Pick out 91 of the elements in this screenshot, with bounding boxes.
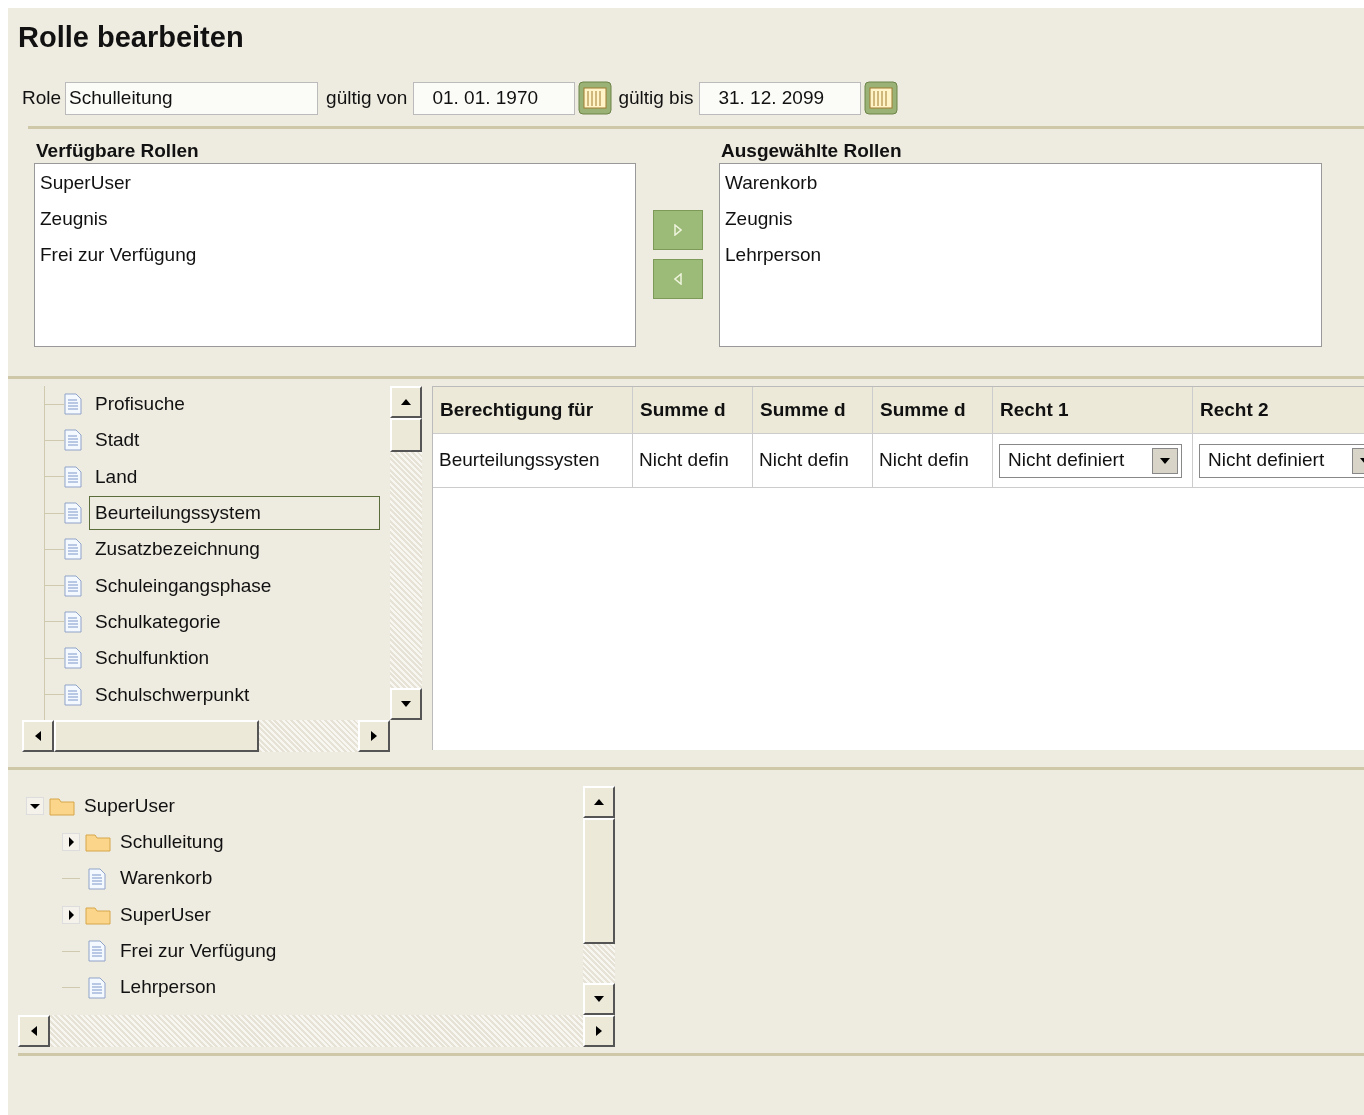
expand-icon[interactable] [62, 906, 80, 925]
table-cell: Beurteilungssysten [433, 434, 633, 488]
vertical-scrollbar[interactable] [390, 386, 422, 720]
scroll-down-button[interactable] [583, 983, 615, 1015]
document-icon [64, 683, 82, 706]
vertical-scrollbar[interactable] [583, 786, 615, 1015]
list-heading: Verfügbare Rollen [35, 139, 200, 163]
expand-icon[interactable] [62, 833, 80, 852]
date-field[interactable]: 31. 12. 2099 [699, 81, 862, 115]
table-cell: Nicht defin [633, 434, 753, 488]
list-item[interactable]: SuperUser [40, 168, 635, 204]
collapse-icon[interactable] [26, 797, 44, 816]
scroll-down-button[interactable] [390, 688, 422, 720]
folder-icon [48, 795, 76, 818]
add-role-button[interactable] [652, 210, 703, 250]
tree-item[interactable]: Stadt [89, 423, 146, 458]
triangle-left-icon [673, 273, 682, 285]
document-icon [64, 429, 82, 452]
date-field[interactable]: 01. 01. 1970 [413, 81, 576, 115]
scroll-thumb[interactable] [583, 818, 615, 944]
folder-icon [84, 831, 112, 854]
scroll-left-button[interactable] [18, 1015, 50, 1047]
tree-item[interactable]: Land [89, 459, 144, 494]
tree-item[interactable]: SuperUser [120, 900, 211, 930]
triangle-up-icon [401, 399, 411, 405]
calendar-icon[interactable] [578, 81, 613, 115]
role-field[interactable]: Schulleitung [65, 81, 319, 115]
tree-item[interactable]: Lehrperson [120, 973, 217, 1002]
tree-item[interactable]: Schulschwerpunkt [89, 677, 256, 712]
scroll-thumb[interactable] [54, 720, 259, 752]
table-cell: Nicht defin [753, 434, 873, 488]
document-icon [88, 940, 106, 963]
horizontal-scrollbar[interactable] [22, 720, 390, 752]
dropdown[interactable]: Nicht definiert [1199, 443, 1364, 478]
column-header[interactable]: Berechtigung für [433, 387, 633, 434]
horizontal-scrollbar[interactable] [18, 1015, 615, 1047]
triangle-left-icon [35, 731, 41, 741]
triangle-down-icon [401, 701, 411, 707]
calendar-icon[interactable] [864, 81, 899, 115]
folder-icon [84, 904, 112, 927]
document-icon [64, 465, 82, 488]
list-item[interactable]: Lehrperson [725, 240, 1321, 276]
document-icon [64, 574, 82, 597]
scroll-right-button[interactable] [358, 720, 390, 752]
scroll-thumb[interactable] [390, 418, 422, 452]
list-item[interactable]: Zeugnis [725, 204, 1321, 240]
tree-item[interactable]: Schulkategorie [89, 604, 227, 639]
page-title: Rolle bearbeiten [17, 20, 245, 55]
tree-item[interactable]: SuperUser [84, 791, 175, 821]
tree-item[interactable]: Warenkorb [120, 864, 213, 893]
triangle-right-icon [596, 1026, 602, 1036]
dropdown[interactable]: Nicht definiert [999, 443, 1182, 478]
triangle-up-icon [594, 799, 604, 805]
scroll-right-button[interactable] [583, 1015, 615, 1047]
list-item[interactable]: Warenkorb [725, 168, 1321, 204]
column-header[interactable]: Recht 2 [1193, 387, 1364, 434]
list-heading: Ausgewählte Rollen [720, 139, 903, 163]
role-list[interactable]: SuperUser Zeugnis Frei zur Verfügung [34, 163, 636, 347]
document-icon [64, 538, 82, 561]
triangle-left-icon [31, 1026, 37, 1036]
document-icon [64, 393, 82, 416]
document-icon [88, 976, 106, 999]
column-header[interactable]: Recht 1 [993, 387, 1193, 434]
document-icon [64, 502, 82, 525]
tree-item[interactable]: Schulleitung [120, 828, 224, 857]
tree-item[interactable]: Schulfunktion [89, 641, 216, 676]
valid-from-label: gültig von [326, 85, 408, 110]
column-header[interactable]: Summe d [873, 387, 993, 434]
scroll-left-button[interactable] [22, 720, 54, 752]
tree-item[interactable]: Zusatzbezeichnung [89, 532, 266, 567]
tree-item[interactable]: Schuleingangsphase [89, 568, 278, 603]
list-item[interactable]: Frei zur Verfügung [40, 240, 635, 276]
tree-item[interactable]: Frei zur Verfügung [120, 937, 277, 966]
document-icon [88, 867, 106, 890]
role-label: Role [22, 85, 62, 110]
triangle-down-icon [594, 996, 604, 1002]
tree-item[interactable]: Profisuche [89, 387, 191, 422]
triangle-right-icon [673, 224, 682, 236]
column-header[interactable]: Summe d [633, 387, 753, 434]
scroll-up-button[interactable] [390, 386, 422, 418]
tree-item[interactable]: Beurteilungssystem [89, 496, 380, 531]
role-list[interactable]: Warenkorb Zeugnis Lehrperson [719, 163, 1322, 347]
list-item[interactable]: Zeugnis [40, 204, 635, 240]
scroll-up-button[interactable] [583, 786, 615, 818]
document-icon [64, 647, 82, 670]
remove-role-button[interactable] [652, 259, 703, 299]
table-cell: Nicht defin [873, 434, 993, 488]
valid-to-label: gültig bis [618, 85, 694, 110]
document-icon [64, 610, 82, 633]
triangle-right-icon [371, 731, 377, 741]
column-header[interactable]: Summe d [753, 387, 873, 434]
